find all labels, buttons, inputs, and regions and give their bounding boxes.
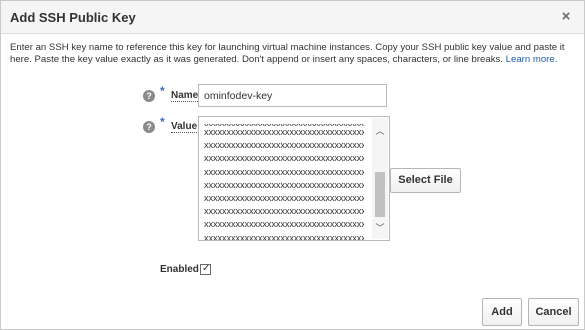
name-required-marker: * [160, 84, 165, 98]
value-required-marker: * [160, 115, 165, 129]
checkmark-icon: ✓ [202, 263, 211, 274]
cancel-button[interactable]: Cancel [528, 298, 579, 326]
enabled-checkbox[interactable]: ✓ [200, 263, 211, 275]
select-file-button[interactable]: Select File [390, 168, 461, 193]
value-text: xxxxxxxxxxxxxxxxxxxxxxxxxxxxxxxxxxxx xxx… [204, 124, 364, 241]
value-line: xxxxxxxxxxxxxxxxxxxxxxxxxxxxxxxxxxxx [204, 166, 364, 177]
scrollbar-thumb[interactable] [375, 172, 385, 217]
learn-more-link[interactable]: Learn more. [506, 54, 558, 65]
value-line: xxxxxxxxxxxxxxxxxxxxxxxxxxxxxxxxxxxx [204, 193, 364, 204]
value-line: xxxxxxxxxxxxxxxxxxxxxxxxxxxxxxxxxxxx [204, 127, 364, 137]
name-input[interactable] [198, 84, 387, 107]
intro-description: Enter an SSH key name to reference this … [10, 42, 565, 65]
value-line: xxxxxxxxxxxxxxxxxxxxxxxxxxxxxxxxxxxx [204, 206, 364, 217]
value-line: xxxxxxxxxxxxxxxxxxxxxxxxxxxxxxxxxxxx [204, 153, 364, 164]
dialog-header: Add SSH Public Key × [1, 1, 584, 34]
name-label: Name [171, 90, 199, 102]
add-button[interactable]: Add [482, 298, 522, 326]
intro-text: Enter an SSH key name to reference this … [10, 42, 580, 66]
value-label: Value [171, 121, 198, 133]
enabled-label: Enabled [160, 264, 199, 275]
value-line: xxxxxxxxxxxxxxxxxxxxxxxxxxxxxxxxxxxx [204, 179, 364, 190]
dialog-title: Add SSH Public Key [10, 10, 136, 25]
name-help-icon[interactable]: ? [143, 90, 155, 102]
value-line: xxxxxxxxxxxxxxxxxxxxxxxxxxxxxxxxxxxx [204, 232, 364, 241]
value-line: xxxxxxxxxxxxxxxxxxxxxxxxxxxxxxxxxxxx [204, 140, 364, 151]
value-textarea[interactable]: xxxxxxxxxxxxxxxxxxxxxxxxxxxxxxxxxxxx xxx… [198, 116, 390, 241]
value-help-icon[interactable]: ? [143, 121, 155, 133]
close-icon[interactable]: × [558, 8, 574, 26]
value-scrollbar[interactable]: ︿ ﹀ [372, 118, 388, 239]
value-line: xxxxxxxxxxxxxxxxxxxxxxxxxxxxxxxxxxxx [204, 219, 364, 230]
add-ssh-key-dialog: Add SSH Public Key × Enter an SSH key na… [0, 0, 585, 330]
scroll-down-icon[interactable]: ﹀ [374, 223, 386, 233]
scroll-up-icon[interactable]: ︿ [374, 126, 386, 136]
